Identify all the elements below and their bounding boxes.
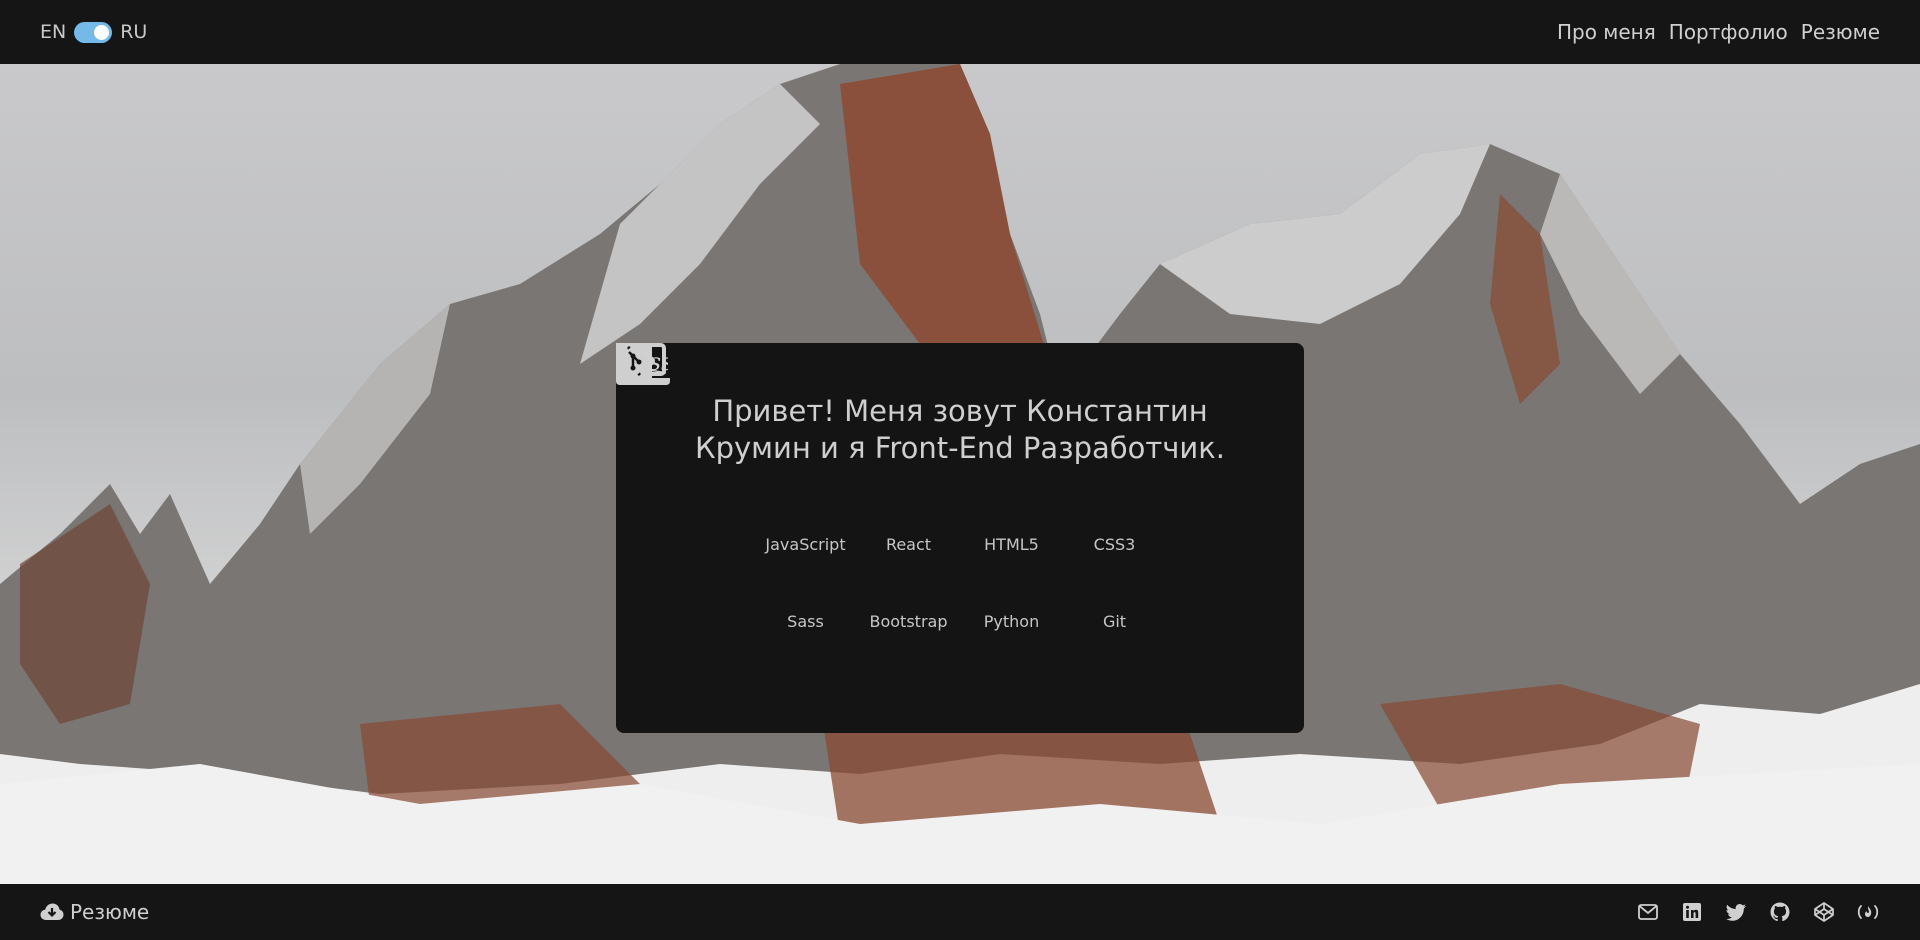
skill-label: Python	[983, 612, 1040, 631]
sass-icon: Sass	[618, 348, 826, 608]
mail-icon[interactable]	[1636, 900, 1660, 924]
main-nav: Про меня Портфолио Резюме	[1557, 20, 1880, 44]
download-resume-link[interactable]: Резюме	[40, 900, 149, 924]
cloud-download-icon	[40, 903, 64, 920]
skill-python: Python	[617, 344, 1040, 631]
skill-label: HTML5	[984, 535, 1039, 554]
codepen-icon[interactable]	[1812, 900, 1836, 924]
skill-bootstrap: B Bootstrap	[616, 343, 948, 631]
lang-ru-label[interactable]: RU	[120, 21, 147, 43]
twitter-icon[interactable]	[1724, 900, 1748, 924]
greeting-text: Привет! Меня зовут Константин Крумин и я…	[694, 394, 1226, 465]
nav-resume-link[interactable]: Резюме	[1801, 20, 1880, 44]
python-icon	[617, 344, 1032, 608]
hero-background: Привет! Меня зовут Константин Крумин и я…	[0, 64, 1920, 884]
top-navbar: EN RU Про меня Портфолио Резюме	[0, 0, 1920, 64]
skill-javascript: JS JavaScript	[616, 343, 846, 554]
skill-git: Git	[617, 344, 1135, 631]
nav-portfolio-link[interactable]: Портфолио	[1669, 20, 1788, 44]
skill-label: Bootstrap	[869, 612, 948, 631]
skill-label: CSS3	[1093, 535, 1136, 554]
skill-label: Git	[1102, 612, 1127, 631]
intro-card: Привет! Меня зовут Константин Крумин и я…	[616, 343, 1304, 733]
skill-sass: Sass Sass	[618, 348, 826, 631]
linkedin-icon[interactable]	[1680, 900, 1704, 924]
resume-label: Резюме	[70, 900, 150, 924]
css3-icon	[616, 343, 1134, 531]
skills-grid: JS JavaScript React HTML5 CSS3	[616, 343, 1166, 631]
skill-label: Sass	[787, 612, 824, 631]
skill-html5: HTML5	[616, 343, 1039, 554]
bootstrap-icon: B	[616, 343, 928, 608]
html5-icon	[616, 343, 1031, 531]
skill-label: React	[885, 535, 932, 554]
react-icon	[617, 344, 929, 531]
javascript-icon: JS	[616, 343, 825, 531]
freecodecamp-icon[interactable]	[1856, 900, 1880, 924]
social-links	[1636, 900, 1880, 924]
github-icon[interactable]	[1768, 900, 1792, 924]
skill-css3: CSS3	[616, 343, 1136, 554]
skill-label: JavaScript	[765, 535, 846, 554]
lang-en-label[interactable]: EN	[40, 21, 66, 43]
nav-about-link[interactable]: Про меня	[1557, 20, 1656, 44]
toggle-knob	[94, 24, 110, 40]
language-switcher: EN RU	[40, 21, 147, 43]
language-toggle[interactable]	[74, 21, 113, 43]
skill-react: React	[617, 344, 932, 554]
footer-bar: Резюме	[0, 884, 1920, 940]
git-icon	[617, 344, 1135, 608]
